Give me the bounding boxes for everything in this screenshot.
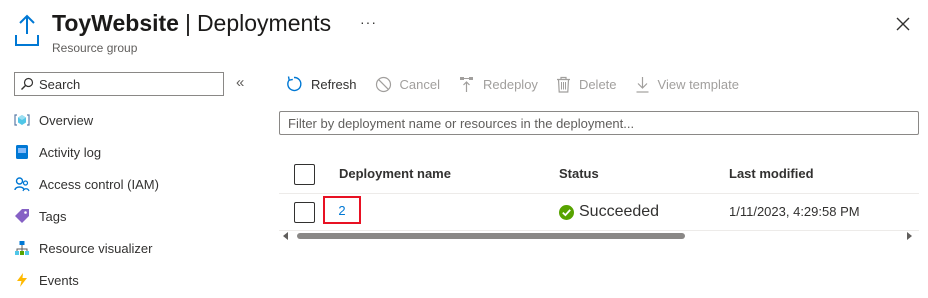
tag-icon xyxy=(14,208,30,224)
overview-cube-icon xyxy=(14,112,30,128)
resource-visualizer-icon xyxy=(14,240,30,256)
scroll-right-arrow[interactable] xyxy=(907,232,912,240)
refresh-button[interactable]: Refresh xyxy=(285,75,357,93)
view-template-label: View template xyxy=(657,76,739,92)
resource-type-subtitle: Resource group xyxy=(52,41,138,55)
page-name: Deployments xyxy=(196,10,332,36)
redeploy-icon xyxy=(460,76,473,92)
scrollbar-thumb[interactable] xyxy=(297,233,685,239)
search-icon xyxy=(21,77,34,90)
sidebar-item-activity-log[interactable]: Activity log xyxy=(14,136,159,168)
select-all-checkbox[interactable] xyxy=(294,164,315,185)
sidebar-search[interactable] xyxy=(14,72,224,96)
scroll-left-arrow[interactable] xyxy=(283,232,288,240)
sidebar-item-access-control[interactable]: Access control (IAM) xyxy=(14,168,159,200)
lightning-icon xyxy=(14,272,30,288)
column-header-status[interactable]: Status xyxy=(559,166,599,181)
sidebar-item-overview[interactable]: Overview xyxy=(14,104,159,136)
delete-button[interactable]: Delete xyxy=(556,76,617,93)
sidebar-item-label: Overview xyxy=(39,112,94,128)
refresh-icon xyxy=(287,76,302,92)
sidebar-item-label: Activity log xyxy=(39,144,102,160)
access-control-icon xyxy=(14,176,30,192)
sidebar-item-events[interactable]: Events xyxy=(14,264,159,296)
trash-icon xyxy=(556,76,570,93)
search-input[interactable] xyxy=(39,76,219,92)
redeploy-label: Redeploy xyxy=(483,76,538,92)
activity-log-icon xyxy=(14,144,30,160)
title-separator: | xyxy=(184,10,191,36)
page-title: ToyWebsite | Deployments xyxy=(52,10,331,37)
view-template-button[interactable]: View template xyxy=(635,76,739,93)
deployments-grid: Deployment name Status Last modified 2 S… xyxy=(279,158,919,231)
redeploy-button[interactable]: Redeploy xyxy=(458,76,538,93)
download-icon xyxy=(636,76,649,93)
column-header-deployment-name[interactable]: Deployment name xyxy=(339,166,451,181)
table-row[interactable]: 2 Succeeded 1/11/2023, 4:29:58 PM xyxy=(279,194,919,231)
cancel-label: Cancel xyxy=(399,76,440,92)
sidebar-nav: Overview Activity log Access control (IA… xyxy=(14,104,159,296)
sidebar-item-resource-visualizer[interactable]: Resource visualizer xyxy=(14,232,159,264)
check-circle-icon xyxy=(559,204,574,220)
column-header-last-modified[interactable]: Last modified xyxy=(729,166,814,181)
cancel-button[interactable]: Cancel xyxy=(375,76,440,93)
row-select-checkbox[interactable] xyxy=(294,202,315,223)
grid-header-row: Deployment name Status Last modified xyxy=(279,158,919,194)
collapse-sidebar-button[interactable]: « xyxy=(236,74,244,91)
delete-label: Delete xyxy=(578,76,617,92)
scrollbar-track[interactable] xyxy=(295,233,901,239)
deployment-status: Succeeded xyxy=(559,203,659,221)
deployment-name-link[interactable]: 2 xyxy=(338,203,345,218)
horizontal-scrollbar[interactable] xyxy=(279,229,919,243)
sidebar-item-label: Events xyxy=(39,272,79,288)
command-bar: Refresh Cancel Redeploy Delete View temp… xyxy=(285,73,757,95)
deployment-link-highlight[interactable]: 2 xyxy=(323,196,361,224)
resource-group-upload-icon xyxy=(15,14,39,46)
more-options-button[interactable]: ··· xyxy=(360,14,377,30)
sidebar-item-label: Tags xyxy=(39,208,67,224)
close-icon[interactable] xyxy=(894,15,912,33)
filter-input[interactable] xyxy=(288,115,918,131)
refresh-label: Refresh xyxy=(311,76,357,92)
cancel-icon xyxy=(375,76,391,92)
resource-name: ToyWebsite xyxy=(52,10,179,36)
sidebar-item-label: Access control (IAM) xyxy=(39,176,159,192)
deployment-filter[interactable] xyxy=(279,111,919,135)
status-text: Succeeded xyxy=(579,203,660,220)
last-modified-cell: 1/11/2023, 4:29:58 PM xyxy=(729,204,860,219)
sidebar-item-label: Resource visualizer xyxy=(39,240,153,256)
sidebar-item-tags[interactable]: Tags xyxy=(14,200,159,232)
